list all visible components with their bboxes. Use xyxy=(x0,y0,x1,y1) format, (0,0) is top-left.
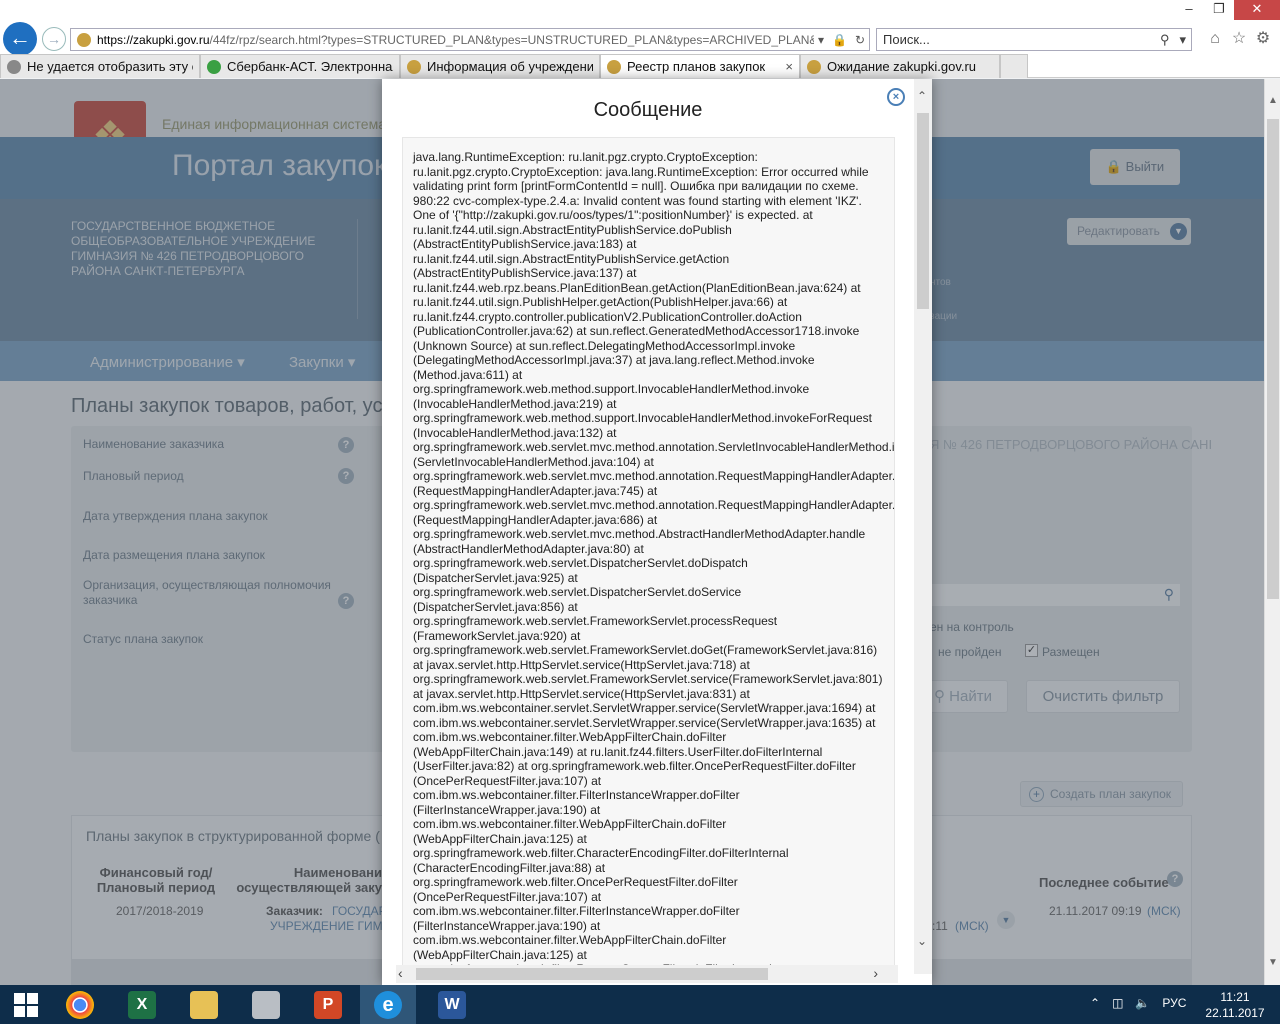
url-host: https://zakupki.gov.ru xyxy=(97,32,210,47)
dialog-horizontal-scrollbar[interactable]: ‹ › xyxy=(396,965,898,983)
tab-close-icon[interactable]: × xyxy=(785,59,793,74)
scroll-left-icon[interactable]: ‹ xyxy=(398,965,403,981)
file-explorer-icon[interactable] xyxy=(176,985,232,1024)
word-icon[interactable]: W xyxy=(424,985,480,1024)
language-indicator[interactable]: РУС xyxy=(1162,996,1186,1010)
tab-label: Реестр планов закупок xyxy=(627,59,766,74)
message-textarea[interactable]: java.lang.RuntimeException: ru.lanit.pgz… xyxy=(402,137,895,973)
address-bar[interactable]: https://zakupki.gov.ru/44fz/rpz/search.h… xyxy=(70,28,870,51)
message-dialog: Сообщение × java.lang.RuntimeException: … xyxy=(382,79,932,985)
tab-label: Ожидание zakupki.gov.ru xyxy=(827,59,977,74)
forward-button[interactable]: → xyxy=(42,27,66,51)
browser-search-input[interactable]: Поиск... ⚲ ▾ xyxy=(876,28,1192,51)
sberbank-icon xyxy=(207,59,221,74)
emblem-icon xyxy=(407,59,421,74)
settings-gear-icon[interactable]: ⚙ xyxy=(1254,30,1272,48)
back-button[interactable]: ← xyxy=(3,22,37,56)
window-controls: – ❐ ✕ xyxy=(1174,0,1280,20)
favorites-star-icon[interactable]: ☆ xyxy=(1230,30,1248,48)
dialog-close-icon[interactable]: × xyxy=(887,88,905,106)
scroll-down-icon[interactable]: ▼ xyxy=(1268,957,1278,968)
chevron-up-icon[interactable]: ⌃ xyxy=(1090,996,1100,1010)
tab-3[interactable]: Реестр планов закупок × xyxy=(600,54,800,78)
url-path: /44fz/rpz/search.html?types=STRUCTURED_P… xyxy=(209,32,814,47)
powerpoint-logo: P xyxy=(314,990,342,1019)
tab-1[interactable]: Сбербанк-АСТ. Электронная ... xyxy=(200,54,400,78)
dialog-title: Сообщение xyxy=(593,99,703,121)
printer-icon[interactable] xyxy=(238,985,294,1024)
ie-logo: e xyxy=(374,990,402,1019)
dropdown-icon[interactable]: ▾ xyxy=(814,33,828,47)
volume-icon[interactable]: 🔈 xyxy=(1135,996,1150,1010)
tab-label: Не удается отобразить эту ст... xyxy=(27,59,193,74)
refresh-icon[interactable]: ↻ xyxy=(851,33,869,47)
clock-date: 22.11.2017 xyxy=(1205,1006,1265,1020)
excel-logo: X xyxy=(128,990,156,1019)
new-tab-button[interactable] xyxy=(1000,54,1028,78)
window-close-icon[interactable]: ✕ xyxy=(1234,0,1280,20)
page-error-icon xyxy=(7,59,21,74)
scrollbar-thumb[interactable] xyxy=(416,968,768,980)
chrome-logo xyxy=(66,990,94,1019)
error-message-text: java.lang.RuntimeException: ru.lanit.pgz… xyxy=(413,150,895,972)
page-scrollbar[interactable]: ▲ ▼ xyxy=(1264,79,1280,985)
scrollbar-thumb[interactable] xyxy=(1267,119,1279,599)
tab-strip: Не удается отобразить эту ст... Сбербанк… xyxy=(0,54,1030,78)
network-icon[interactable]: ◫ xyxy=(1112,996,1123,1010)
printer-logo xyxy=(252,990,280,1019)
excel-icon[interactable]: X xyxy=(114,985,170,1024)
tab-2[interactable]: Информация об учреждении xyxy=(400,54,600,78)
emblem-icon xyxy=(807,59,821,74)
tab-0[interactable]: Не удается отобразить эту ст... xyxy=(0,54,200,78)
scroll-up-icon[interactable]: ▲ xyxy=(1268,95,1278,106)
powerpoint-icon[interactable]: P xyxy=(300,985,356,1024)
scrollbar-thumb[interactable] xyxy=(917,113,929,309)
word-logo: W xyxy=(438,990,466,1019)
tab-label: Информация об учреждении xyxy=(427,59,593,74)
clock-time: 11:21 xyxy=(1220,990,1250,1004)
home-icon[interactable]: ⌂ xyxy=(1206,30,1224,48)
search-icon[interactable]: ⚲ xyxy=(1155,32,1175,48)
folder-logo xyxy=(190,990,218,1019)
url-text: https://zakupki.gov.ru/44fz/rpz/search.h… xyxy=(97,33,814,47)
tab-label: Сбербанк-АСТ. Электронная ... xyxy=(227,59,393,74)
scroll-right-icon[interactable]: › xyxy=(873,965,878,981)
minimize-icon[interactable]: – xyxy=(1174,0,1204,20)
scroll-up-icon[interactable]: ⌃ xyxy=(917,89,927,103)
lock-icon[interactable]: 🔒 xyxy=(828,33,851,47)
internet-explorer-icon[interactable]: e xyxy=(360,985,416,1024)
dialog-vertical-scrollbar[interactable]: ⌃ ⌄ xyxy=(914,79,932,974)
windows-start-icon[interactable] xyxy=(14,993,38,1017)
search-placeholder: Поиск... xyxy=(883,32,930,47)
site-favicon-icon xyxy=(77,32,91,47)
tab-4[interactable]: Ожидание zakupki.gov.ru xyxy=(800,54,1000,78)
system-tray: ⌃ ◫ 🔈 РУС xyxy=(1090,996,1186,1010)
chrome-icon[interactable] xyxy=(52,985,108,1024)
clock[interactable]: 11:21 22.11.2017 xyxy=(1200,989,1270,1021)
restore-icon[interactable]: ❐ xyxy=(1204,0,1234,20)
scroll-down-icon[interactable]: ⌄ xyxy=(917,934,927,948)
chevron-down-icon[interactable]: ▾ xyxy=(1174,32,1191,48)
emblem-icon xyxy=(607,59,621,74)
